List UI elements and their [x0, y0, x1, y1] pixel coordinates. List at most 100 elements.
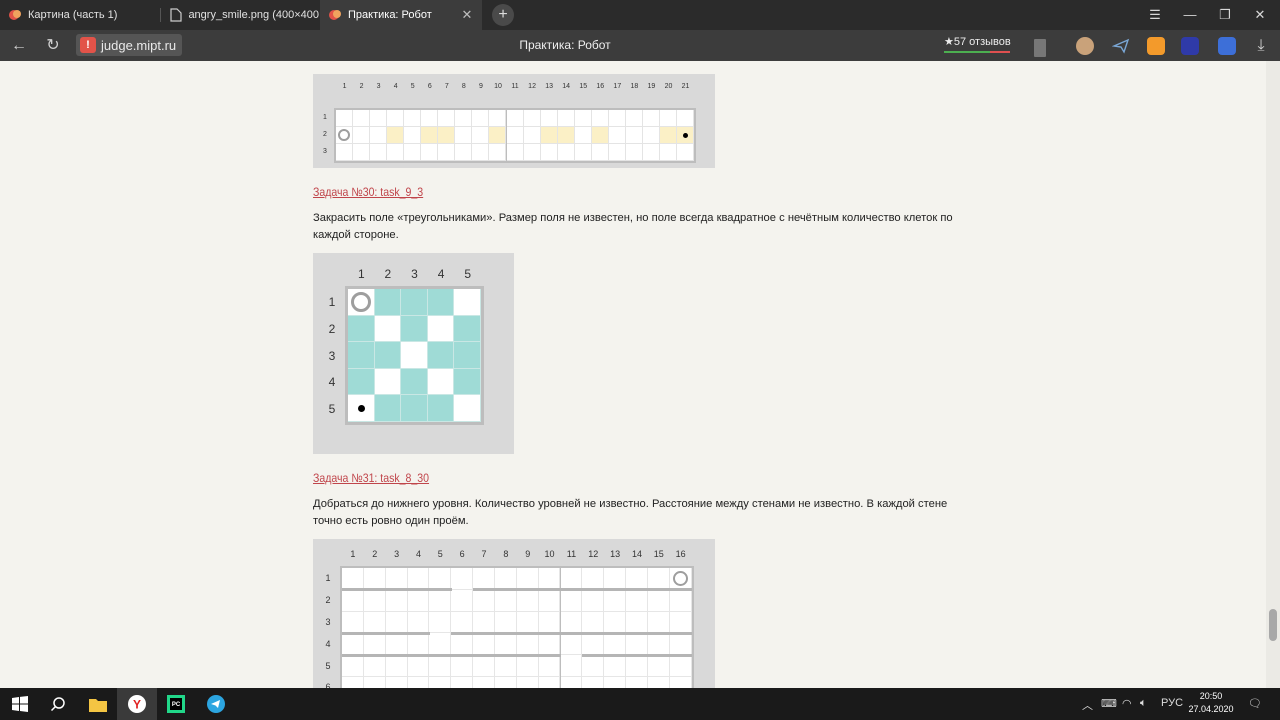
grid-cell [427, 315, 455, 343]
row-label: 3 [328, 348, 336, 363]
file-icon [169, 8, 182, 22]
close-tab-icon[interactable]: ✕ [460, 8, 474, 22]
grid-cell [659, 144, 677, 161]
start-button[interactable] [0, 688, 40, 720]
grid-cell [560, 611, 583, 634]
tab-practice-robot[interactable]: Практика: Робот ✕ [320, 0, 482, 30]
grid-cell [516, 677, 539, 688]
pycharm-icon[interactable]: PC [156, 688, 196, 720]
wifi-icon[interactable]: ◠ [1122, 697, 1132, 710]
keyboard-icon[interactable]: ⌨ [1101, 697, 1117, 710]
grid-cell [451, 589, 474, 612]
minimize-button[interactable]: — [1173, 0, 1207, 30]
menu-icon[interactable]: ☰ [1138, 0, 1172, 30]
grid-cell [506, 127, 524, 144]
new-tab-button[interactable]: + [492, 4, 514, 26]
grid-cell [438, 127, 456, 144]
grid-cell [363, 589, 386, 612]
column-label: 5 [464, 267, 472, 281]
wall-segment [494, 588, 518, 592]
download-icon[interactable]: ⤓ [1250, 35, 1272, 57]
grid-cell [451, 677, 474, 688]
tray-overflow-icon[interactable]: ︿ [1082, 697, 1093, 713]
task30-link[interactable]: Задача №30: task_9_3 [313, 185, 423, 199]
grid-cell [494, 611, 517, 634]
extension-icon[interactable] [1181, 37, 1199, 55]
wall-segment [647, 588, 671, 592]
grid-cell [625, 127, 643, 144]
mipt-favicon-icon [8, 8, 22, 22]
tab-label: Картина (часть 1) [28, 9, 118, 21]
translate-icon[interactable] [1218, 37, 1236, 55]
tab-label: Практика: Робот [348, 9, 432, 21]
row-label: 4 [328, 375, 336, 390]
grid-cell [472, 144, 490, 161]
wall-segment [516, 588, 540, 592]
grid-cell [404, 127, 422, 144]
bookmark-icon[interactable] [1034, 39, 1046, 57]
row-label: 1 [325, 573, 331, 584]
restore-button[interactable]: ❐ [1208, 0, 1242, 30]
scrollbar-thumb[interactable] [1269, 609, 1277, 641]
grid-cell [608, 110, 626, 127]
grid-cell [429, 677, 452, 688]
yandex-browser-icon[interactable]: Y [117, 688, 157, 720]
column-label: 13 [610, 549, 621, 559]
telegram-icon[interactable] [196, 688, 236, 720]
row-label: 5 [328, 401, 336, 416]
wall-segment [647, 631, 671, 635]
system-clock[interactable]: 20:50 27.04.2020 [1186, 690, 1236, 716]
whatsapp-icon[interactable] [1147, 37, 1165, 55]
grid-cell [677, 144, 695, 161]
page-scrollbar[interactable] [1266, 61, 1280, 688]
tab-angry-smile[interactable]: angry_smile.png (400×400 [161, 0, 319, 30]
wall-segment [669, 653, 693, 657]
grid-cell [473, 677, 495, 688]
send-icon[interactable] [1111, 37, 1130, 55]
search-icon[interactable] [38, 688, 78, 720]
wall-segment [429, 653, 452, 657]
column-label: 20 [664, 83, 673, 90]
input-language[interactable]: РУС [1161, 697, 1183, 709]
task31-link[interactable]: Задача №31: task_8_30 [313, 471, 429, 485]
grid-cell [438, 110, 456, 127]
tab-kartina[interactable]: Картина (часть 1) [0, 0, 160, 30]
grid-cell [557, 144, 575, 161]
grid-cell [387, 127, 405, 144]
wall-segment [669, 631, 693, 635]
wall-segment [363, 653, 387, 657]
wall-segment [516, 653, 540, 657]
grid-cell [506, 110, 524, 127]
column-label: 7 [481, 549, 487, 559]
grid-cell [489, 144, 507, 161]
reviews-badge[interactable]: ★57 отзывов [944, 35, 1011, 53]
grid-cell [472, 127, 490, 144]
notifications-icon[interactable]: 🗨︎ [1248, 697, 1262, 710]
grid-cell [387, 144, 405, 161]
grid [340, 566, 694, 688]
svg-text:PC: PC [172, 702, 181, 708]
column-label: 6 [459, 549, 465, 559]
column-label: 5 [410, 83, 415, 90]
wall-segment [604, 631, 627, 635]
grid-cell [516, 655, 539, 677]
file-explorer-icon[interactable] [78, 688, 118, 720]
grid-cell [385, 589, 408, 612]
wall-segment [473, 631, 496, 635]
grid-cell [494, 589, 517, 612]
grid-cell [370, 110, 388, 127]
close-window-button[interactable]: ✕ [1243, 0, 1277, 30]
column-label: 3 [394, 549, 400, 559]
column-label: 11 [566, 549, 577, 559]
grid-cell [516, 611, 539, 634]
grid-cell [454, 289, 481, 316]
robot-marker [672, 571, 688, 586]
volume-icon[interactable]: 🔈︎ [1140, 697, 1147, 710]
grid-cell [516, 589, 539, 612]
grid-cell [591, 110, 609, 127]
grid-cell [421, 110, 439, 127]
grid-cell [438, 144, 456, 161]
wall-segment [560, 588, 583, 592]
grid-cell [429, 611, 452, 634]
profile-avatar-icon[interactable] [1076, 37, 1094, 55]
